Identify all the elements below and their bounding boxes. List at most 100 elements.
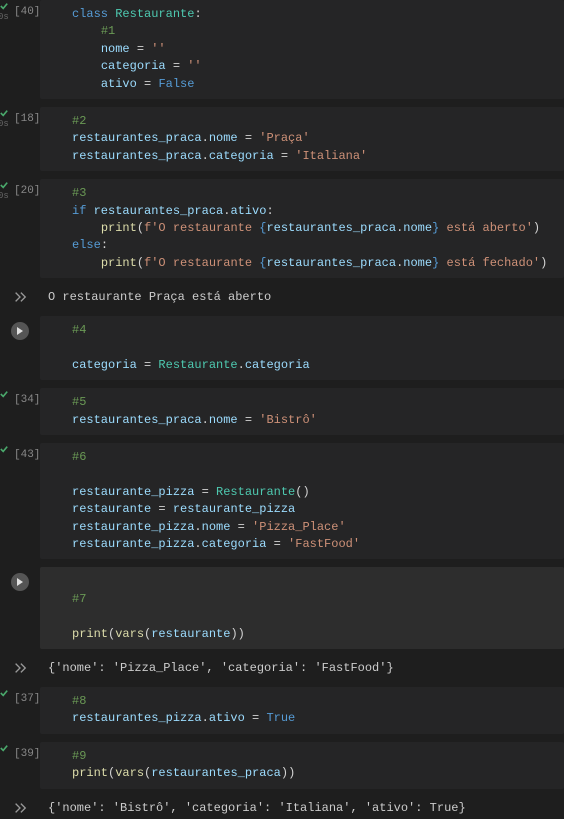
token: = [137, 77, 159, 91]
cell-body[interactable]: #7 print(vars(restaurante)) [40, 567, 564, 649]
code-line[interactable] [48, 573, 556, 590]
code-line[interactable]: ativo = False [48, 76, 556, 93]
code-cell[interactable]: #4 categoria = Restaurante.categoria [0, 316, 564, 380]
token: ) [540, 256, 547, 270]
token: ) [288, 766, 295, 780]
code-line[interactable]: #4 [48, 322, 556, 339]
cell-body[interactable]: #6 restaurante_pizza = Restaurante()rest… [40, 443, 564, 559]
exec-count: [39] [14, 748, 40, 760]
token: print [72, 627, 108, 641]
code-line[interactable]: restaurante_pizza = Restaurante() [48, 484, 556, 501]
code-line[interactable]: restaurantes_praca.categoria = 'Italiana… [48, 148, 556, 165]
token: ) [533, 221, 540, 235]
token [72, 24, 101, 38]
code-line[interactable]: restaurantes_pizza.ativo = True [48, 710, 556, 727]
code-cell[interactable]: [37]#8restaurantes_pizza.ativo = True [0, 687, 564, 734]
code-line[interactable]: class Restaurante: [48, 6, 556, 23]
code-line[interactable] [48, 608, 556, 625]
output-icon[interactable] [0, 797, 40, 819]
code-line[interactable]: restaurante = restaurante_pizza [48, 501, 556, 518]
output-icon[interactable] [0, 286, 40, 308]
output-text: {'nome': 'Pizza_Place', 'categoria': 'Fa… [40, 657, 564, 679]
code-line[interactable]: #5 [48, 394, 556, 411]
token: restaurantes_praca [94, 204, 224, 218]
code-line[interactable]: print(f'O restaurante {restaurantes_prac… [48, 255, 556, 272]
token: Restaurante [158, 358, 237, 372]
token: print [72, 766, 108, 780]
token: () [295, 485, 309, 499]
token: está fechado' [439, 256, 540, 270]
code-line[interactable]: categoria = '' [48, 58, 556, 75]
token: #6 [72, 450, 86, 464]
code-line[interactable]: restaurantes_praca.nome = 'Praça' [48, 130, 556, 147]
code-cell[interactable]: [43]#6 restaurante_pizza = Restaurante()… [0, 443, 564, 559]
token: class [72, 7, 115, 21]
notebook-container: 0s[40]class Restaurante: #1 nome = '' ca… [0, 0, 564, 819]
cell-body[interactable]: #4 categoria = Restaurante.categoria [40, 316, 564, 380]
code-cell[interactable]: 0s[20]#3if restaurantes_praca.ativo: pri… [0, 179, 564, 278]
code-line[interactable]: #1 [48, 23, 556, 40]
token [72, 77, 101, 91]
token: categoria [101, 59, 166, 73]
token: Restaurante [115, 7, 194, 21]
code-line[interactable]: print(f'O restaurante {restaurantes_prac… [48, 220, 556, 237]
token: : [101, 238, 108, 252]
code-cell[interactable]: 0s[18]#2restaurantes_praca.nome = 'Praça… [0, 107, 564, 171]
cell-body[interactable]: class Restaurante: #1 nome = '' categori… [40, 0, 564, 99]
code-line[interactable]: categoria = Restaurante.categoria [48, 357, 556, 374]
cell-body[interactable]: #9print(vars(restaurantes_praca)) [40, 742, 564, 789]
output-icon[interactable] [0, 657, 40, 679]
output-text: {'nome': 'Bistrô', 'categoria': 'Italian… [40, 797, 564, 819]
cell-gutter [0, 567, 40, 649]
cell-body[interactable]: #3if restaurantes_praca.ativo: print(f'O… [40, 179, 564, 278]
token: 'FastFood' [288, 537, 360, 551]
code-line[interactable]: restaurante_pizza.nome = 'Pizza_Place' [48, 519, 556, 536]
code-line[interactable] [48, 339, 556, 356]
code-line[interactable]: if restaurantes_praca.ativo: [48, 203, 556, 220]
token: print [101, 221, 137, 235]
code-line[interactable]: #3 [48, 185, 556, 202]
code-cell[interactable]: [39]#9print(vars(restaurantes_praca)) [0, 742, 564, 789]
code-line[interactable]: #6 [48, 449, 556, 466]
run-cell-button[interactable] [11, 322, 29, 340]
token: categoria [245, 358, 310, 372]
exec-count: [20] [14, 185, 40, 197]
token: restaurantes_praca [151, 766, 281, 780]
cell-body[interactable]: #5restaurantes_praca.nome = 'Bistrô' [40, 388, 564, 435]
cell-body[interactable]: #8restaurantes_pizza.ativo = True [40, 687, 564, 734]
code-line[interactable]: restaurantes_praca.nome = 'Bistrô' [48, 412, 556, 429]
token: restaurante_pizza [72, 537, 194, 551]
code-line[interactable]: nome = '' [48, 41, 556, 58]
code-line[interactable]: print(vars(restaurante)) [48, 626, 556, 643]
token: nome [209, 413, 238, 427]
token: . [194, 537, 201, 551]
exec-time: 0s [0, 191, 9, 201]
token: 'Bistrô' [259, 413, 317, 427]
token: . [194, 520, 201, 534]
token: nome [403, 256, 432, 270]
token [72, 42, 101, 56]
token: 'Pizza_Place' [252, 520, 346, 534]
token: ( [137, 221, 144, 235]
code-line[interactable]: #9 [48, 748, 556, 765]
code-line[interactable]: print(vars(restaurantes_praca)) [48, 765, 556, 782]
code-cell[interactable]: 0s[40]class Restaurante: #1 nome = '' ca… [0, 0, 564, 99]
code-line[interactable]: #7 [48, 591, 556, 608]
code-cell[interactable]: [34]#5restaurantes_praca.nome = 'Bistrô' [0, 388, 564, 435]
token: categoria [209, 149, 274, 163]
code-line[interactable]: #8 [48, 693, 556, 710]
run-cell-button[interactable] [11, 573, 29, 591]
exec-time: 0s [0, 12, 9, 22]
token: else [72, 238, 101, 252]
code-cell[interactable]: #7 print(vars(restaurante)) [0, 567, 564, 649]
token: #1 [101, 24, 115, 38]
token: = [130, 42, 152, 56]
cell-gutter [0, 316, 40, 380]
code-line[interactable]: #2 [48, 113, 556, 130]
token: restaurante [72, 502, 151, 516]
cell-body[interactable]: #2restaurantes_praca.nome = 'Praça'resta… [40, 107, 564, 171]
token: = [151, 502, 173, 516]
code-line[interactable]: restaurante_pizza.categoria = 'FastFood' [48, 536, 556, 553]
code-line[interactable] [48, 466, 556, 483]
code-line[interactable]: else: [48, 237, 556, 254]
